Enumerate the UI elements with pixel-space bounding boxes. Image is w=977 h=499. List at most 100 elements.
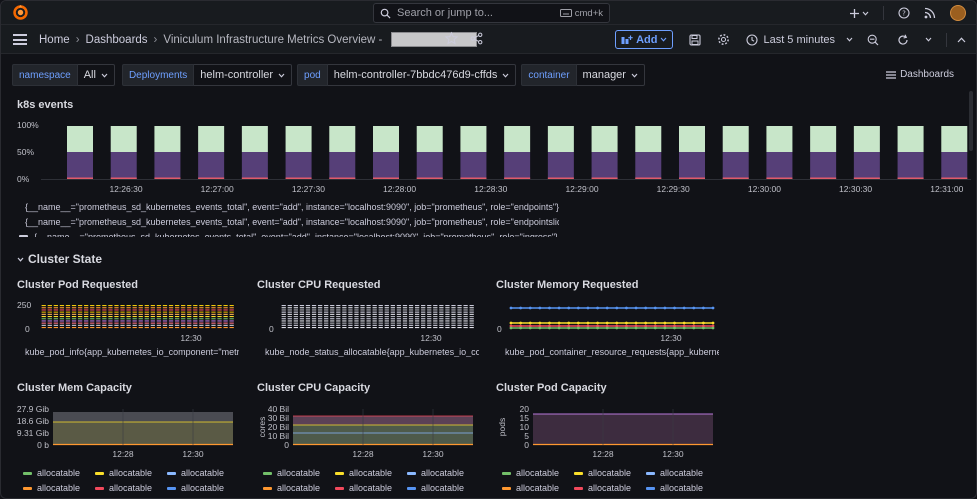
legend-item[interactable]: allocatable: [502, 483, 574, 493]
series-segment: [378, 324, 383, 326]
series-segment: [439, 309, 444, 311]
grafana-logo-icon[interactable]: [12, 4, 29, 21]
series-segment: [305, 322, 311, 324]
series-segment: [421, 316, 426, 318]
series-segment: [156, 322, 162, 324]
settings-gear-icon[interactable]: [717, 33, 730, 46]
legend-item[interactable]: allocatable: [646, 483, 718, 493]
variable-select[interactable]: helm-controller-7bbdc476d9-cffds: [327, 64, 517, 86]
series-segment: [41, 318, 46, 320]
bar-segment-base: [722, 177, 749, 179]
variable-select[interactable]: All: [77, 64, 115, 86]
series-segment: [150, 309, 155, 311]
zoom-out-icon[interactable]: [867, 34, 879, 46]
series-segment: [457, 316, 462, 318]
legend-swatch: [574, 486, 583, 490]
legend-item[interactable]: allocatable: [335, 468, 407, 478]
series-segment: [390, 324, 395, 326]
series-segment: [305, 327, 311, 329]
star-icon[interactable]: [444, 31, 459, 45]
y-tick-label: 50%: [17, 147, 34, 157]
menu-icon[interactable]: [13, 34, 27, 45]
series-segment: [156, 313, 162, 315]
breadcrumb-home[interactable]: Home: [39, 34, 70, 46]
new-menu-button[interactable]: [849, 8, 869, 19]
legend-swatch: [263, 486, 272, 490]
series-segment: [229, 309, 234, 311]
series-segment: [120, 313, 125, 315]
add-button[interactable]: Add: [615, 30, 674, 49]
legend-item[interactable]: allocatable: [407, 483, 479, 493]
series-segment: [193, 327, 198, 329]
series-segment: [463, 313, 468, 315]
series-segment: [47, 322, 52, 324]
series-segment: [174, 318, 180, 320]
series-segment: [229, 322, 234, 324]
series-segment: [150, 311, 155, 313]
save-icon[interactable]: [689, 33, 702, 46]
series-segment: [223, 313, 228, 315]
bar-segment-bottom: [635, 152, 662, 179]
time-range-picker[interactable]: Last 5 minutes: [746, 34, 853, 46]
help-icon[interactable]: ?: [898, 7, 910, 19]
series-segment: [211, 327, 216, 329]
legend-item[interactable]: allocatable: [263, 468, 335, 478]
legend-item[interactable]: allocatable: [23, 483, 95, 493]
legend-item[interactable]: allocatable: [263, 483, 335, 493]
x-tick-label: 12:27:00: [201, 184, 234, 194]
refresh-interval-chevron-icon[interactable]: [925, 37, 932, 42]
series-segment: [162, 318, 168, 320]
series-segment: [451, 305, 456, 307]
series-segment: [144, 320, 149, 322]
collapse-chevron-up-icon[interactable]: [957, 36, 966, 43]
series-segment: [217, 318, 222, 320]
search-bar[interactable]: Search or jump to... cmd+k: [373, 3, 610, 23]
variable-select[interactable]: helm-controller: [194, 64, 293, 86]
legend-item[interactable]: allocatable: [502, 468, 574, 478]
x-tick-label: 12:28:30: [474, 184, 507, 194]
legend-item[interactable]: {__name__="prometheus_sd_kubernetes_even…: [19, 214, 559, 229]
variable-select[interactable]: manager: [576, 64, 645, 86]
legend-item[interactable]: {__name__="prometheus_sd_kubernetes_even…: [19, 199, 559, 214]
y-tick-label: 0: [269, 324, 274, 334]
bar-segment-top: [373, 126, 399, 152]
series-segment: [150, 316, 155, 318]
series-segment: [427, 320, 432, 322]
legend-item[interactable]: allocatable: [574, 483, 646, 493]
series-segment: [144, 311, 149, 313]
user-avatar[interactable]: [950, 5, 966, 21]
series-segment: [168, 320, 174, 322]
legend-swatch: [23, 486, 32, 490]
series-segment: [390, 320, 395, 322]
series-segment: [138, 327, 143, 329]
data-point: [644, 306, 648, 310]
news-rss-icon[interactable]: [924, 7, 936, 19]
legend-item[interactable]: allocatable: [95, 468, 167, 478]
legend-item[interactable]: allocatable: [95, 483, 167, 493]
row-cluster-state[interactable]: Cluster State: [17, 252, 102, 266]
legend-item[interactable]: allocatable: [167, 483, 239, 493]
series-segment: [396, 305, 402, 307]
search-shortcut: cmd+k: [559, 8, 603, 19]
legend-item[interactable]: allocatable: [335, 483, 407, 493]
series-segment: [311, 320, 317, 322]
series-segment: [281, 320, 286, 322]
breadcrumb-dashboards[interactable]: Dashboards: [86, 34, 148, 46]
series-segment: [217, 311, 222, 313]
legend-item[interactable]: allocatable: [574, 468, 646, 478]
refresh-icon[interactable]: [897, 34, 909, 46]
legend-item[interactable]: allocatable: [23, 468, 95, 478]
panel-scrollbar[interactable]: [969, 91, 973, 151]
data-point: [528, 306, 532, 310]
legend-item[interactable]: allocatable: [167, 468, 239, 478]
legend-swatch: [502, 471, 511, 475]
legend-item[interactable]: {__name__="prometheus_sd_kubernetes_even…: [19, 229, 559, 237]
dashboards-link[interactable]: Dashboards: [886, 69, 954, 80]
series-segment: [348, 307, 353, 309]
legend-item[interactable]: allocatable: [646, 468, 718, 478]
series-segment: [199, 307, 204, 309]
legend-item[interactable]: allocatable: [407, 468, 479, 478]
series-segment: [53, 311, 58, 313]
series-segment: [372, 316, 377, 318]
share-icon[interactable]: [470, 32, 483, 45]
